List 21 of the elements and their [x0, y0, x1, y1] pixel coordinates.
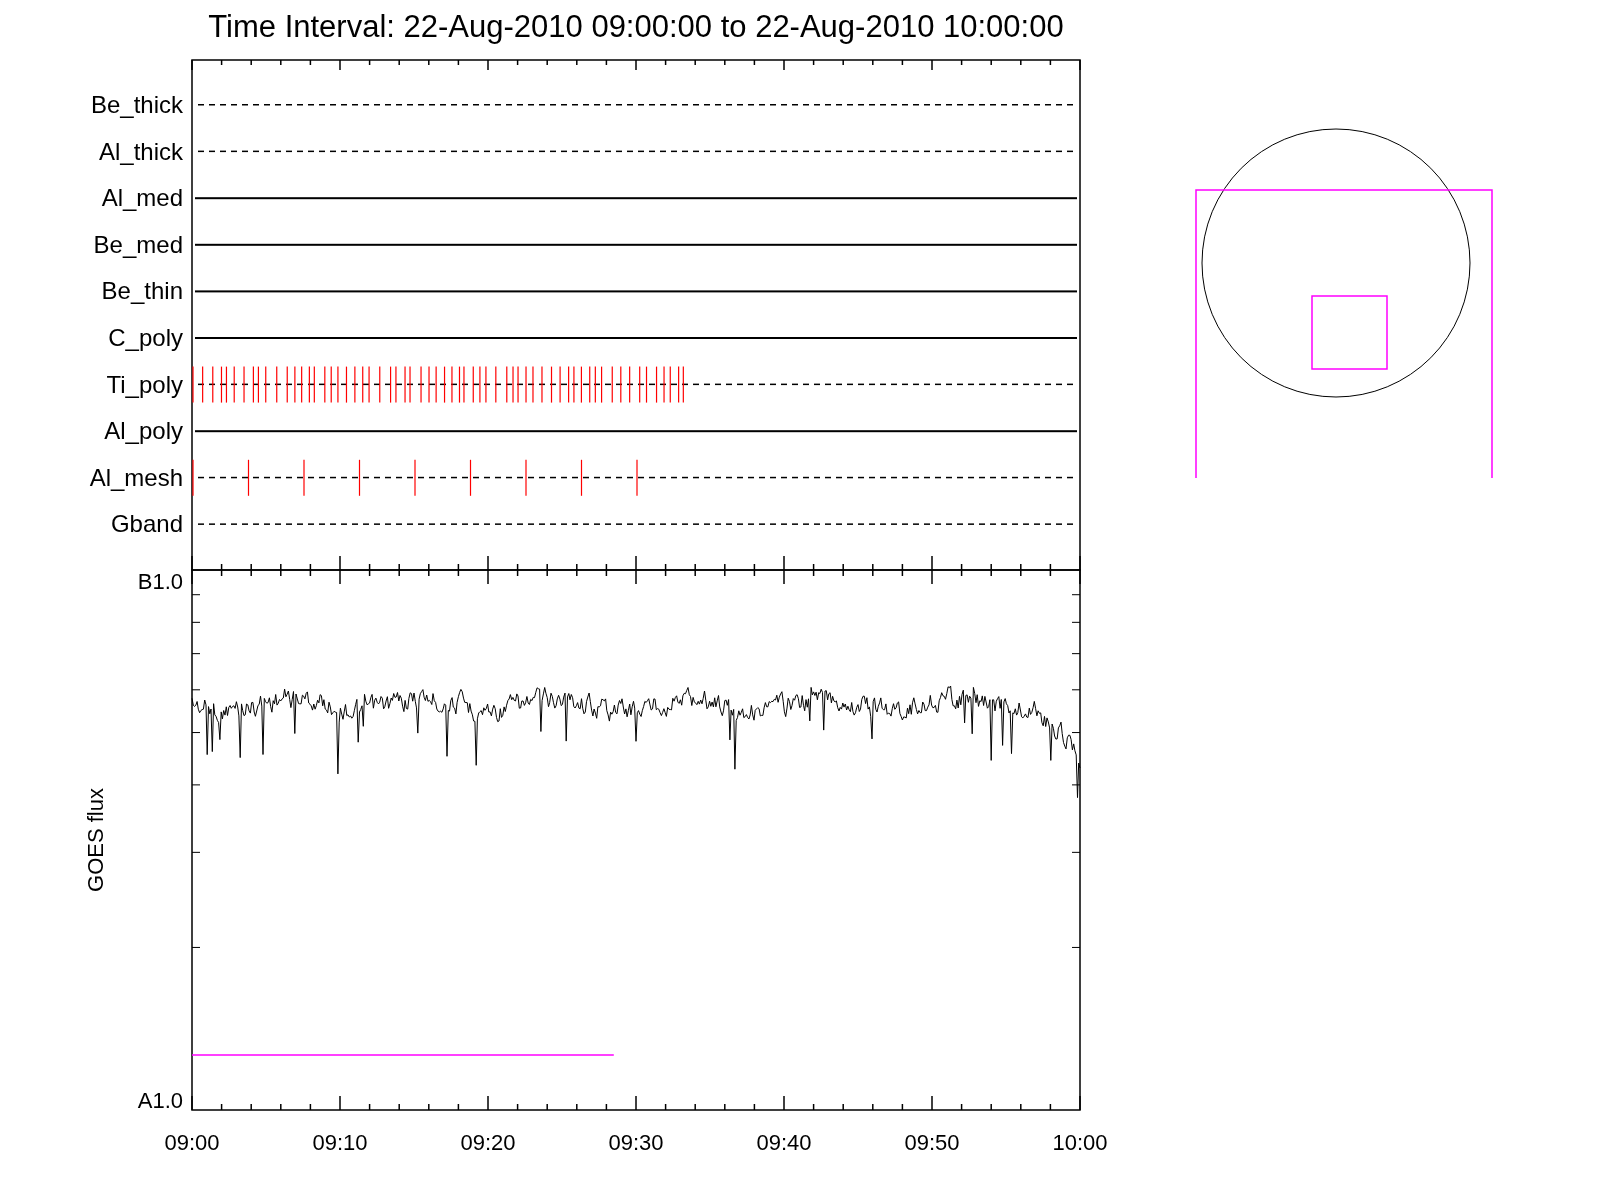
- x-tick-label: 09:40: [756, 1130, 812, 1155]
- filter-label: Al_mesh: [89, 463, 183, 491]
- filter-label: Al_poly: [104, 417, 183, 445]
- plot-title: Time Interval: 22-Aug-2010 09:00:00 to 22-Aug-2010 10:00:00: [208, 7, 1064, 46]
- filter-label: Gband: [110, 510, 183, 538]
- y-axis-label: GOES flux: [83, 788, 108, 892]
- filter-label: Be_thin: [101, 277, 183, 305]
- x-tick-label: 09:00: [164, 1130, 220, 1155]
- x-tick-label: 09:30: [608, 1130, 664, 1155]
- y-tick-label: B1.0: [137, 569, 183, 594]
- filter-label: C_poly: [108, 324, 183, 351]
- y-tick-label: A1.0: [137, 1088, 183, 1113]
- filter-label: Be_med: [93, 230, 183, 258]
- x-tick-label: 09:50: [904, 1130, 960, 1155]
- filter-label: Al_thick: [98, 137, 183, 165]
- x-tick-label: 09:20: [460, 1130, 516, 1155]
- filter-label: Ti_poly: [106, 370, 183, 398]
- x-tick-label: 09:10: [312, 1130, 368, 1155]
- x-tick-label: 10:00: [1052, 1130, 1108, 1155]
- filter-label: Be_thick: [90, 91, 183, 118]
- filter-label: Al_med: [101, 184, 183, 212]
